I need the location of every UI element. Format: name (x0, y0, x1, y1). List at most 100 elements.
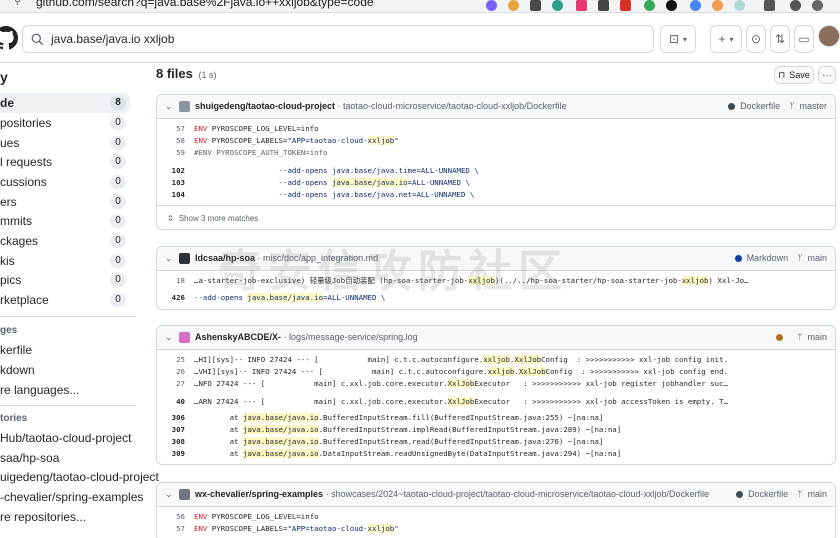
result-meta: ᛘ main (776, 332, 827, 342)
extension-icon[interactable] (812, 0, 823, 11)
inbox-button[interactable]: ▭ (794, 25, 814, 53)
browser-toolbar: ⚲ github.com/search?q=java.base%2Fjava.i… (0, 0, 840, 13)
count-badge: 0 (110, 175, 126, 189)
plus-icon: + (718, 32, 726, 46)
count-badge: 0 (110, 293, 126, 307)
sidebar-item-marketplace[interactable]: rketplace 0 (0, 290, 130, 310)
repo-filter[interactable]: saa/hp-soa (0, 451, 59, 465)
chevron-down-icon[interactable]: ⌄ (165, 332, 173, 343)
sidebar-item-users[interactable]: ers 0 (0, 192, 130, 212)
language-filter-markdown[interactable]: kdown (0, 363, 35, 377)
sidebar-item-topics[interactable]: pics 0 (0, 270, 130, 290)
extension-icon[interactable] (712, 0, 723, 11)
copilot-button[interactable]: ⊡ ▾ (660, 25, 696, 53)
extension-icon[interactable] (734, 0, 745, 11)
git-branch-icon: ᛘ (789, 101, 795, 111)
sidebar-item-wikis[interactable]: kis 0 (0, 251, 130, 271)
repo-filter[interactable]: -chevalier/spring-examples (0, 490, 143, 504)
extension-icon[interactable] (690, 0, 701, 11)
sidebar-item-discussions[interactable]: cussions 0 (0, 172, 130, 192)
extension-icon[interactable] (644, 0, 655, 11)
bookmark-icon: ⊓ (778, 69, 786, 80)
branch-label: master (799, 101, 827, 111)
file-path-link[interactable]: showcases/2024~taotao-cloud-project/taot… (331, 489, 709, 499)
repo-link[interactable]: AshenskyABCDE/X- (195, 332, 281, 342)
pull-requests-button[interactable]: ⇅ (770, 25, 790, 53)
extension-icon[interactable] (790, 0, 801, 11)
sidebar-item-issues[interactable]: ues 0 (0, 133, 130, 153)
extension-icon[interactable] (552, 0, 563, 11)
repo-link[interactable]: shuigedeng/taotao-cloud-project (195, 101, 335, 111)
save-search-button[interactable]: ⊓ Save (774, 66, 814, 84)
sidebar-item-packages[interactable]: ckages 0 (0, 231, 130, 251)
extension-icon[interactable] (530, 0, 541, 11)
sidebar-item-repositories[interactable]: positories 0 (0, 113, 130, 133)
extension-icon[interactable] (666, 0, 677, 11)
divider (157, 205, 835, 206)
git-branch-icon: ᛘ (797, 489, 803, 499)
avatar[interactable] (818, 25, 840, 47)
count-badge: 0 (110, 116, 126, 130)
repo-link[interactable]: ldcsaa/hp-soa (195, 253, 255, 263)
inbox-icon: ▭ (798, 32, 810, 46)
repo-owner-avatar (179, 253, 190, 264)
file-path-link[interactable]: misc/doc/app_integration.md (263, 253, 378, 263)
sidebar-item-code[interactable]: de 8 (0, 93, 130, 113)
repo-owner-avatar (179, 489, 190, 500)
issue-opened-icon: ⊙ (750, 32, 762, 46)
extension-icon[interactable] (508, 0, 519, 11)
result-meta: Markdown ᛘ main (734, 253, 827, 263)
github-logo-icon[interactable] (0, 26, 18, 50)
create-new-button[interactable]: + ▾ (710, 25, 742, 53)
code-result-card: ⌄ ldcsaa/hp-soa · misc/doc/app_integrati… (156, 246, 836, 310)
chevron-down-icon: ▾ (729, 34, 734, 44)
file-path-link[interactable]: taotao-cloud-microservice/taotao-cloud-x… (343, 101, 567, 111)
file-path-link[interactable]: logs/message-service/spring.log (289, 332, 418, 342)
result-meta: Dockerfile ᛘ main (736, 489, 827, 499)
extension-icon[interactable] (486, 0, 497, 11)
unfold-icon: ⇕ (167, 214, 174, 223)
site-info-icon[interactable]: ⚲ (14, 0, 26, 8)
count-badge: 0 (110, 214, 126, 228)
result-title: shuigedeng/taotao-cloud-project · taotao… (195, 101, 567, 111)
extension-icon[interactable] (598, 0, 609, 11)
results-count: 8 files (1 s) (156, 66, 217, 81)
languages-heading: ges (0, 325, 18, 336)
search-input[interactable]: java.base/java.io xxljob (22, 25, 654, 53)
language-label: Dockerfile (748, 489, 789, 499)
filter-sidebar: y de 8 positories 0 ues 0 l requests 0 c… (0, 63, 159, 538)
count-badge: 0 (110, 136, 126, 150)
branch-label: main (807, 332, 827, 342)
chevron-down-icon[interactable]: ⌄ (165, 101, 173, 112)
extension-icon[interactable] (764, 0, 775, 11)
count-badge: 0 (110, 155, 126, 169)
sidebar-item-commits[interactable]: mmits 0 (0, 211, 130, 231)
result-title: wx-chevalier/spring-examples · showcases… (195, 489, 710, 499)
repo-filter[interactable]: uigedeng/taotao-cloud-project (0, 470, 159, 484)
sidebar-title: y (0, 69, 8, 85)
card-header: ⌄ AshenskyABCDE/X- · logs/message-servic… (157, 326, 835, 350)
sidebar-item-pull-requests[interactable]: l requests 0 (0, 152, 130, 172)
result-meta: Dockerfile ᛘ master (728, 101, 827, 111)
chevron-down-icon: ▾ (683, 34, 688, 44)
issues-button[interactable]: ⊙ (746, 25, 766, 53)
language-filter-dockerfile[interactable]: kerfile (0, 343, 32, 357)
repo-link[interactable]: wx-chevalier/spring-examples (195, 489, 323, 499)
code-result-card: ⌄ AshenskyABCDE/X- · logs/message-servic… (156, 325, 836, 465)
code-result-card: ⌄ wx-chevalier/spring-examples · showcas… (156, 482, 836, 538)
extension-icon[interactable] (576, 0, 587, 11)
repo-filter[interactable]: Hub/taotao-cloud-project (0, 431, 131, 445)
chevron-down-icon[interactable]: ⌄ (165, 489, 173, 500)
extension-icon[interactable] (620, 0, 631, 11)
more-languages-link[interactable]: re languages... (0, 383, 79, 397)
result-title: ldcsaa/hp-soa · misc/doc/app_integration… (195, 253, 379, 263)
search-query: java.base/java.io xxljob (51, 32, 175, 46)
repo-owner-avatar (179, 332, 190, 343)
show-more-matches-button[interactable]: ⇕ Show 3 more matches (167, 214, 258, 223)
more-repositories-link[interactable]: re repositories... (0, 510, 86, 524)
language-color-dot (734, 254, 742, 262)
chevron-down-icon[interactable]: ⌄ (165, 253, 173, 264)
github-header: java.base/java.io xxljob ⊡ ▾ + ▾ ⊙ ⇅ ▭ (0, 13, 840, 63)
address-bar[interactable]: github.com/search?q=java.base%2Fjava.io+… (36, 0, 374, 9)
more-options-button[interactable]: ··· (818, 66, 836, 84)
